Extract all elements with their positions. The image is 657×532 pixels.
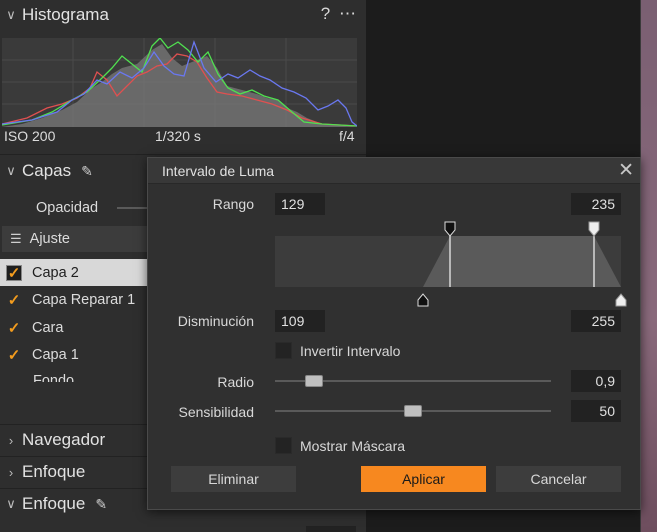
histogram-chart bbox=[2, 38, 357, 127]
focus-title: Enfoque bbox=[22, 462, 86, 481]
range-high-field[interactable]: 235 bbox=[571, 193, 621, 215]
check-icon[interactable]: ✓ bbox=[6, 347, 22, 364]
iso-readout: ISO 200 bbox=[4, 128, 56, 144]
divider bbox=[0, 154, 366, 155]
checkbox-box[interactable] bbox=[275, 437, 292, 454]
help-icon[interactable]: ? bbox=[321, 4, 332, 23]
dialog-title: Intervalo de Luma bbox=[162, 163, 275, 179]
aperture-readout: f/4 bbox=[339, 128, 355, 144]
chevron-down-icon[interactable]: ∨ bbox=[0, 163, 22, 179]
falloff-low-field[interactable]: 109 bbox=[275, 310, 325, 332]
histogram-header[interactable]: ∨ Histograma ? ⋯ bbox=[0, 0, 366, 30]
luma-range-dialog: Intervalo de Luma ✕ Rango 129 235 Dismin… bbox=[147, 157, 641, 510]
cancel-button[interactable]: Cancelar bbox=[496, 466, 621, 492]
invert-range-label: Invertir Intervalo bbox=[300, 342, 401, 359]
opacity-slider[interactable] bbox=[117, 207, 147, 209]
radius-label: Radio bbox=[217, 374, 254, 390]
sliders-icon: ☰ bbox=[10, 231, 22, 246]
delete-button[interactable]: Eliminar bbox=[171, 466, 296, 492]
range-low-field[interactable]: 129 bbox=[275, 193, 325, 215]
layer-label: Capa 1 bbox=[32, 346, 79, 363]
check-icon[interactable]: ✓ bbox=[6, 320, 22, 337]
layer-label: Capa 2 bbox=[32, 264, 79, 281]
chevron-right-icon[interactable]: › bbox=[0, 433, 22, 448]
chevron-right-icon[interactable]: › bbox=[0, 465, 22, 480]
chevron-down-icon[interactable]: ∨ bbox=[0, 496, 22, 512]
adjust-dropdown[interactable]: ☰ Ajuste bbox=[2, 226, 148, 252]
layer-item[interactable]: Fondo bbox=[0, 368, 150, 382]
more-options-icon[interactable]: ⋯ bbox=[339, 4, 358, 23]
luma-range-graph[interactable] bbox=[275, 236, 621, 287]
range-label: Rango bbox=[212, 196, 254, 212]
brush-icon[interactable]: ✎ bbox=[81, 163, 93, 180]
sensitivity-slider-knob[interactable] bbox=[404, 405, 422, 417]
layer-label: Fondo bbox=[33, 373, 75, 382]
histogram-graph bbox=[2, 38, 357, 127]
dialog-titlebar[interactable]: Intervalo de Luma ✕ bbox=[148, 158, 640, 184]
layer-item[interactable]: ✓ Cara bbox=[0, 314, 150, 341]
check-icon[interactable]: ✓ bbox=[6, 292, 22, 309]
falloff-label: Disminución bbox=[177, 313, 254, 329]
histogram-luma-area bbox=[2, 44, 357, 127]
shutter-readout: 1/320 s bbox=[155, 128, 201, 144]
adjust-label: Ajuste bbox=[29, 231, 70, 247]
apply-button[interactable]: Aplicar bbox=[361, 466, 486, 492]
checkbox-box[interactable] bbox=[275, 342, 292, 359]
layer-label: Cara bbox=[32, 319, 64, 336]
luma-curve bbox=[423, 236, 621, 287]
show-mask-label: Mostrar Máscara bbox=[300, 437, 406, 454]
close-icon[interactable]: ✕ bbox=[618, 159, 634, 182]
radius-value-field[interactable]: 0,9 bbox=[571, 370, 621, 392]
falloff-high-field[interactable]: 255 bbox=[571, 310, 621, 332]
show-mask-checkbox[interactable]: Mostrar Máscara bbox=[275, 437, 405, 454]
layer-item[interactable]: ✓ Capa 2 bbox=[0, 259, 150, 286]
histogram-title: Histograma bbox=[22, 5, 109, 24]
photo-preview bbox=[641, 0, 657, 532]
focus-title: Enfoque bbox=[22, 494, 86, 513]
navigator-title: Navegador bbox=[22, 430, 106, 449]
brush-icon[interactable]: ✎ bbox=[95, 496, 107, 513]
layers-title: Capas bbox=[22, 161, 72, 180]
invert-range-checkbox[interactable]: Invertir Intervalo bbox=[275, 342, 400, 359]
chevron-down-icon[interactable]: ∨ bbox=[0, 7, 22, 23]
layer-item[interactable]: ✓ Capa Reparar 1 bbox=[0, 286, 150, 313]
layer-item[interactable]: ✓ Capa 1 bbox=[0, 341, 150, 368]
opacity-label: Opacidad bbox=[36, 200, 99, 216]
sensitivity-label: Sensibilidad bbox=[178, 404, 255, 420]
radius-slider-knob[interactable] bbox=[305, 375, 323, 387]
value-field[interactable] bbox=[306, 526, 356, 532]
layer-label: Capa Reparar 1 bbox=[32, 291, 136, 308]
sensitivity-value-field[interactable]: 50 bbox=[571, 400, 621, 422]
check-icon[interactable]: ✓ bbox=[6, 264, 22, 282]
